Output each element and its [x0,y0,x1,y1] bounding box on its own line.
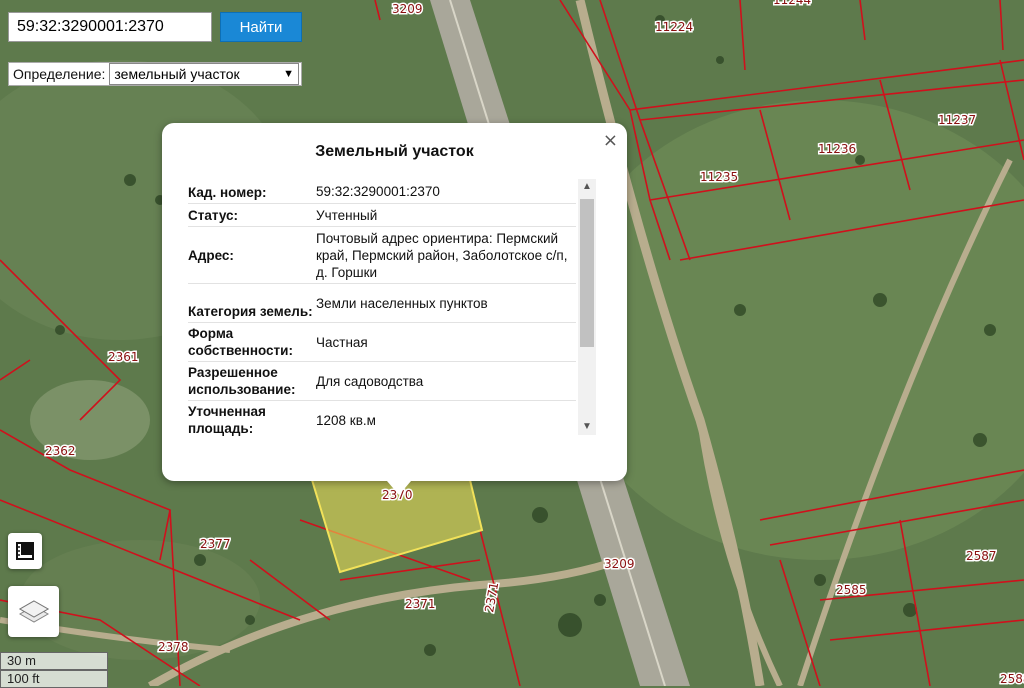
row-key: Кад. номер: [188,185,267,200]
parcel-number-label[interactable]: 11236 [817,141,858,158]
parcel-number-label[interactable]: 11244 [772,0,813,9]
parcel-attributes-table: Кад. номер: 59:32:3290001:2370 Статус: У… [188,179,576,439]
table-row: Кад. номер: 59:32:3290001:2370 [188,179,576,204]
row-value: Частная [316,334,368,350]
table-row: Уточненная площадь: 1208 кв.м [188,401,576,439]
row-key: Разрешенное использование: [188,365,296,397]
parcel-number-label[interactable]: 2588 [999,671,1024,687]
table-row: Статус: Учтенный [188,204,576,227]
parcel-number-label[interactable]: 2371 [404,596,438,613]
parcel-number-label[interactable]: 2362 [44,443,78,460]
scale-metric: 30 m [0,652,108,670]
row-value: Почтовый адрес ориентира: Пермский край,… [316,230,568,280]
row-value: 59:32:3290001:2370 [316,183,440,199]
find-button[interactable]: Найти [220,12,302,42]
scrollbar-thumb[interactable] [580,199,594,347]
parcel-number-label[interactable]: 2585 [835,582,869,599]
definition-selector: Определение: земельный участок ▼ [8,62,302,86]
parcel-number-label[interactable]: 11224 [654,19,695,36]
row-key: Адрес: [188,247,234,263]
row-value: Учтенный [316,207,378,223]
table-row: Форма собственности: Частная [188,323,576,362]
layers-icon [18,599,49,623]
popup-title: Земельный участок [315,143,474,160]
table-row: Категория земель: Земли населенных пункт… [188,284,576,323]
definition-selected-value: земельный участок [114,66,240,82]
parcel-number-label[interactable]: 2587 [965,548,999,565]
row-key: Категория земель: [188,304,313,319]
row-value: 1208 кв.м [316,412,376,428]
definition-select[interactable]: земельный участок ▼ [109,63,299,85]
table-row: Адрес: Почтовый адрес ориентира: Пермски… [188,227,576,284]
scroll-up-icon[interactable]: ▲ [578,179,596,195]
table-row: Разрешенное использование: Для садоводст… [188,362,576,401]
popup-scrollbar[interactable]: ▲ ▼ [578,179,596,435]
ruler-icon [16,542,34,560]
row-key: Статус: [188,208,238,223]
row-value: Земли населенных пунктов [316,295,488,311]
parcel-number-label[interactable]: 2361 [107,349,141,366]
parcel-number-label[interactable]: 3209 [391,1,425,18]
definition-label: Определение: [13,66,106,82]
parcel-number-label[interactable]: 2377 [199,536,233,553]
measure-button[interactable] [8,533,42,569]
chevron-down-icon: ▼ [283,68,294,80]
row-key: Форма собственности: [188,326,293,358]
parcel-number-label[interactable]: 11235 [699,169,740,186]
parcel-info-popup: × Земельный участок Кад. номер: 59:32:32… [162,123,627,495]
parcel-number-label[interactable]: 3209 [603,556,637,573]
scale-imperial: 100 ft [0,670,108,688]
row-key: Уточненная площадь: [188,404,266,436]
cadastral-search-input[interactable] [8,12,212,42]
parcel-number-label[interactable]: 2378 [157,639,191,656]
scroll-down-icon[interactable]: ▼ [578,419,596,435]
row-value: Для садоводства [316,373,424,389]
parcel-number-label[interactable]: 11237 [937,112,978,129]
layers-button[interactable] [8,586,59,637]
